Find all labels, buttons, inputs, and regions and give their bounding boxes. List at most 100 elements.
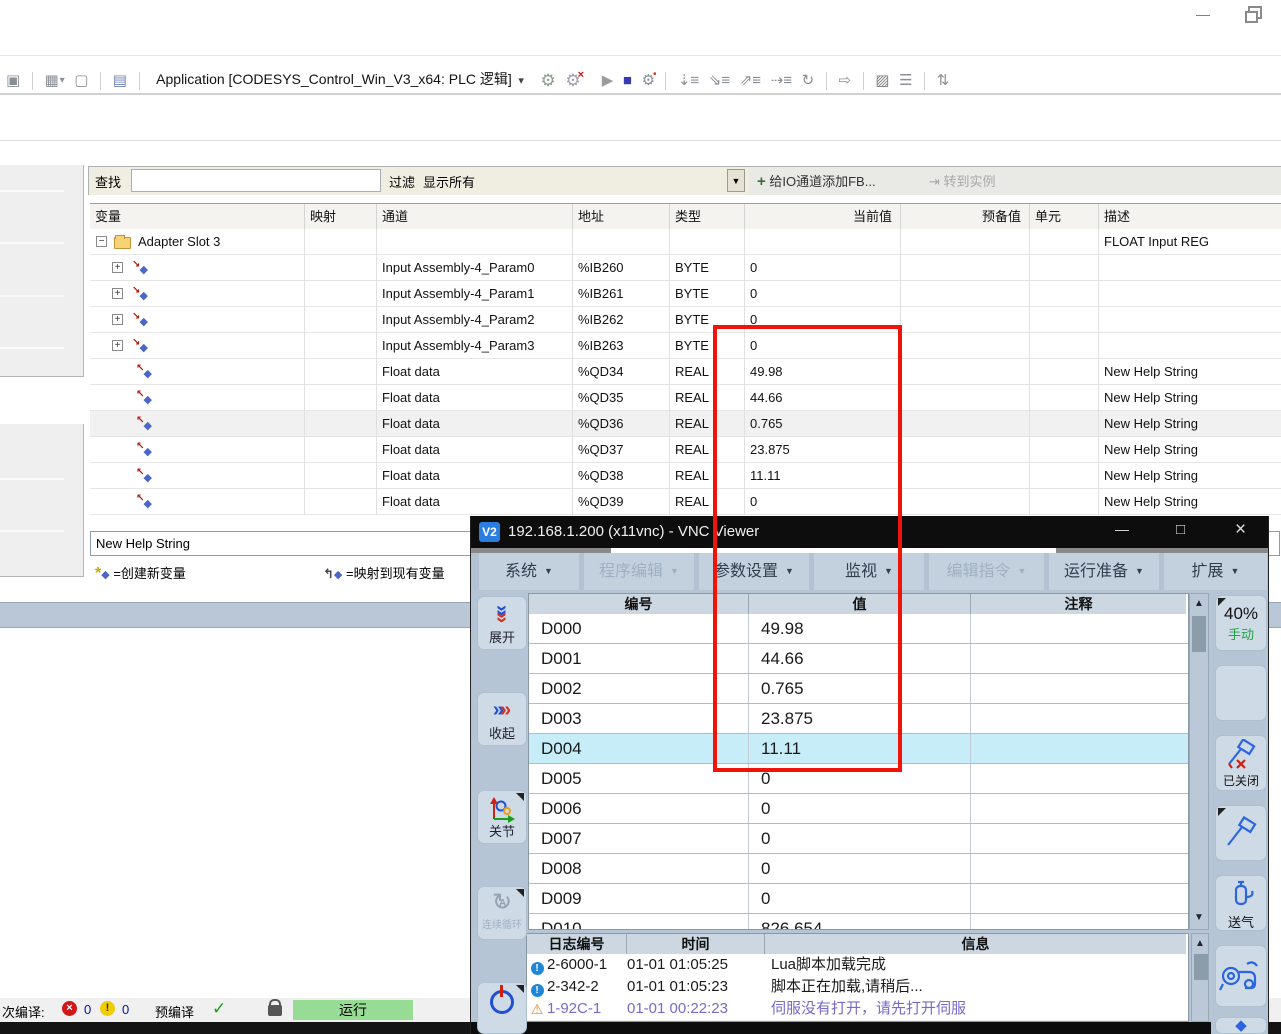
table-row[interactable]: + ↘◆ Input Assembly-4_Param2 %IB262BYTE … <box>90 307 1281 333</box>
active-application-combobox[interactable]: Application [CODESYS_Control_Win_V3_x64:… <box>156 60 512 98</box>
gripper-button[interactable] <box>1215 945 1267 1007</box>
column-header-channel[interactable]: 通道 <box>377 204 573 230</box>
table-row[interactable]: ↖◆ Float data %QD39REAL 0 New Help Strin… <box>90 489 1281 515</box>
scrollbar-thumb[interactable] <box>1194 954 1208 980</box>
run-icon[interactable]: ▶ <box>602 62 614 100</box>
level-button[interactable]: ◆ <box>1215 1017 1267 1034</box>
left-dock-panel-bottom <box>0 424 84 577</box>
log-row[interactable]: ! 2-6000-1 01-01 01:05:25 Lua脚本加载完成 <box>527 954 1188 976</box>
table-row[interactable]: − Adapter Slot 3 FLOAT Input REG <box>90 229 1281 255</box>
register-row[interactable]: D0090 <box>529 884 1188 914</box>
codesys-minimize-button[interactable]: — <box>1196 6 1210 22</box>
collapse-expander-icon[interactable]: − <box>96 236 107 247</box>
tab-run-prepare[interactable]: 运行准备▼ <box>1049 553 1159 590</box>
expand-expander-icon[interactable]: + <box>112 340 123 351</box>
power-button[interactable] <box>477 982 527 1034</box>
column-header-log-id[interactable]: 日志编号 <box>527 934 627 954</box>
tab-edit-instruction[interactable]: 编辑指令▼ <box>929 553 1044 590</box>
separator <box>139 72 140 90</box>
column-header-unit[interactable]: 单元 <box>1030 204 1099 230</box>
expand-button[interactable]: »» 展开 <box>477 596 527 650</box>
tab-extend[interactable]: 扩展▼ <box>1164 553 1267 590</box>
joint-button[interactable]: 关节 <box>477 790 527 844</box>
paste-icon[interactable]: ▣ <box>6 62 20 100</box>
column-header-mapping[interactable]: 映射 <box>305 204 377 230</box>
tab-system[interactable]: 系统▼ <box>479 553 579 590</box>
column-header-current-value[interactable]: 当前值 <box>745 204 901 230</box>
codesys-restore-button[interactable] <box>1248 6 1262 19</box>
table-row[interactable]: ↖◆ Float data %QD35REAL 44.66 New Help S… <box>90 385 1281 411</box>
table-row[interactable]: ↖◆ Float data %QD36REAL 0.765 New Help S… <box>90 411 1281 437</box>
callstack-icon[interactable]: ☰ <box>899 62 912 100</box>
air-supply-button[interactable]: 送气 <box>1215 875 1267 931</box>
library-dropdown-icon[interactable]: ▾ <box>60 62 65 100</box>
wrench-icon[interactable]: ⚙ <box>642 62 655 100</box>
log-row[interactable]: ! 2-342-2 01-01 01:05:23 脚本正在加载,请稍后... <box>527 976 1188 998</box>
vnc-minimize-button[interactable]: — <box>1115 521 1129 537</box>
continuous-loop-button[interactable]: ↻ A 连续循环 <box>477 886 527 940</box>
table-row[interactable]: + ↘◆ Input Assembly-4_Param0 %IB260BYTE … <box>90 255 1281 281</box>
expand-expander-icon[interactable]: + <box>112 288 123 299</box>
diamond-icon: ◆ <box>101 569 109 581</box>
table-row[interactable]: + ↘◆ Input Assembly-4_Param3 %IB263BYTE … <box>90 333 1281 359</box>
scroll-down-icon[interactable]: ▼ <box>1190 910 1208 926</box>
step-into-icon[interactable]: ⇘≡ <box>709 62 730 100</box>
register-row[interactable]: D010826.654 <box>529 914 1188 930</box>
filter-label: 过滤 <box>389 172 415 191</box>
find-input[interactable] <box>131 169 381 192</box>
vnc-close-button[interactable]: × <box>1235 519 1246 541</box>
register-row[interactable]: D0080 <box>529 854 1188 884</box>
column-header-prepared-value[interactable]: 预备值 <box>901 204 1030 230</box>
next-statement-icon[interactable]: ⇨ <box>838 62 851 100</box>
log-scrollbar[interactable]: ▲ <box>1191 933 1209 1022</box>
tab-program-edit[interactable]: 程序编辑▼ <box>584 553 694 590</box>
speed-value: 40% <box>1216 604 1266 624</box>
scroll-up-icon[interactable]: ▲ <box>1192 936 1208 952</box>
reset-icon[interactable]: ↻ <box>802 62 815 100</box>
add-fb-button[interactable]: + 给IO通道添加FB... <box>757 171 876 190</box>
run-to-cursor-icon[interactable]: ⇢≡ <box>771 62 792 100</box>
run-status-badge: 运行 <box>293 1000 413 1020</box>
scrollbar-thumb[interactable] <box>1192 616 1206 652</box>
table-row[interactable]: + ↘◆ Input Assembly-4_Param1 %IB261BYTE … <box>90 281 1281 307</box>
step-out-icon[interactable]: ⇗≡ <box>740 62 761 100</box>
new-object-icon[interactable]: ▢ <box>74 62 88 100</box>
expand-expander-icon[interactable]: + <box>112 314 123 325</box>
compile-icon[interactable]: ⇅ <box>937 62 950 100</box>
collapse-button[interactable]: »» 收起 <box>477 692 527 746</box>
tool-closed-button[interactable]: 已关闭 <box>1215 735 1267 791</box>
filter-combobox[interactable]: 显示所有 <box>423 172 475 191</box>
scroll-up-icon[interactable]: ▲ <box>1190 596 1208 612</box>
column-header-variable[interactable]: 变量 <box>90 204 305 230</box>
column-header-description[interactable]: 描述 <box>1099 204 1281 230</box>
blank-button[interactable] <box>1215 665 1267 721</box>
register-row[interactable]: D0070 <box>529 824 1188 854</box>
log-row[interactable]: ⚠ 1-92C-1 01-01 00:22:23 伺服没有打开，请先打开伺服 <box>527 998 1188 1020</box>
tool-button[interactable] <box>1215 805 1267 861</box>
column-header-comment[interactable]: 注释 <box>971 594 1186 614</box>
table-row[interactable]: ↖◆ Float data %QD38REAL 11.11 New Help S… <box>90 463 1281 489</box>
corner-marker <box>1218 808 1226 816</box>
expand-expander-icon[interactable]: + <box>112 262 123 273</box>
breakpoint-icon[interactable]: ▨ <box>875 62 889 100</box>
step-over-icon[interactable]: ⇣≡ <box>678 62 699 100</box>
goto-instance-button[interactable]: ⇥ 转到实例 <box>929 171 996 190</box>
application-combobox-arrow-icon[interactable]: ▾ <box>518 62 524 100</box>
register-row[interactable]: D0060 <box>529 794 1188 824</box>
vnc-maximize-button[interactable]: □ <box>1176 521 1185 538</box>
stop-icon[interactable]: ■ <box>623 62 632 100</box>
table-row[interactable]: ↖◆ Float data %QD34REAL 49.98 New Help S… <box>90 359 1281 385</box>
separator <box>826 72 827 90</box>
speed-mode-button[interactable]: 40% 手动 <box>1215 595 1267 651</box>
build-icon[interactable]: ▤ <box>113 62 127 100</box>
login-icon[interactable]: ⚙ <box>541 62 556 100</box>
table-row[interactable]: ↖◆ Float data %QD37REAL 23.875 New Help … <box>90 437 1281 463</box>
library-icon[interactable]: ▦ <box>44 62 58 100</box>
column-header-time[interactable]: 时间 <box>627 934 765 954</box>
filter-dropdown-button[interactable]: ▼ <box>727 169 745 192</box>
column-header-info[interactable]: 信息 <box>765 934 1186 954</box>
register-table-scrollbar[interactable]: ▲ ▼ <box>1189 593 1209 930</box>
column-header-type[interactable]: 类型 <box>670 204 745 230</box>
column-header-address[interactable]: 地址 <box>573 204 670 230</box>
toolbar-row-2 <box>0 97 1281 141</box>
